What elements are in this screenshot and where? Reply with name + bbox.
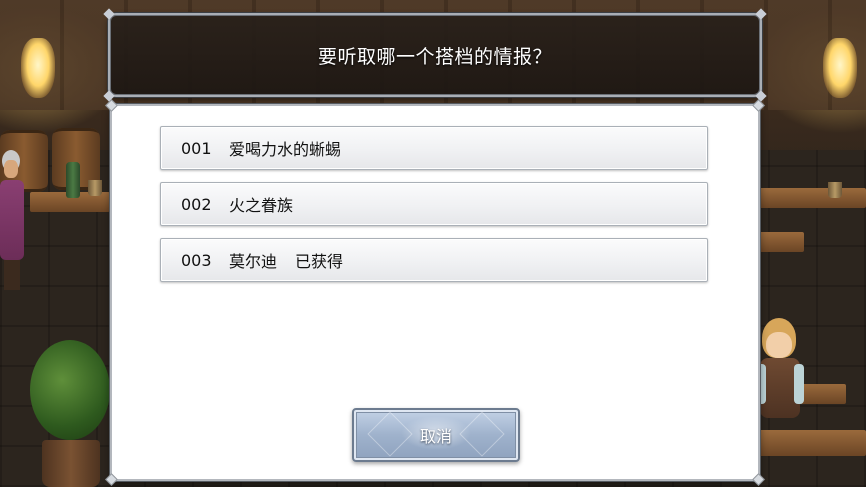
cancel-button-label: 取消 [419, 427, 452, 446]
partner-list-panel: 001 爱喝力水的蜥蜴 002 火之眷族 003 莫尔迪 已获得 取消 [105, 99, 765, 486]
cup [828, 182, 842, 198]
wall-lamp-right [823, 38, 857, 98]
tavern-table [756, 188, 866, 208]
tavern-bench [756, 232, 804, 252]
dialog-title-bar: 要听取哪一个搭档的情报？ [103, 8, 767, 102]
partner-item-003[interactable]: 003 莫尔迪 已获得 [160, 238, 708, 282]
partner-number: 001 [181, 138, 212, 158]
partner-list: 001 爱喝力水的蜥蜴 002 火之眷族 003 莫尔迪 已获得 [160, 126, 708, 294]
partner-number: 002 [181, 194, 212, 214]
cancel-button[interactable]: 取消 [352, 408, 520, 462]
partner-name: 爱喝力水的蜥蜴 [229, 140, 342, 159]
npc-girl [756, 318, 806, 428]
dialog-title: 要听取哪一个搭档的情报？ [317, 45, 552, 68]
partner-name: 火之眷族 [229, 196, 294, 215]
partner-name: 莫尔迪 [229, 252, 278, 271]
bottle [66, 162, 80, 198]
partner-item-001[interactable]: 001 爱喝力水的蜥蜴 [160, 126, 708, 170]
partner-item-002[interactable]: 002 火之眷族 [160, 182, 708, 226]
tavern-bench [756, 430, 866, 456]
cup [88, 180, 102, 196]
wall-lamp-left [21, 38, 55, 98]
npc-old-man [0, 150, 24, 290]
plant-pot [42, 440, 100, 487]
partner-number: 003 [181, 250, 212, 270]
partner-status: 已获得 [295, 252, 344, 271]
potted-plant [30, 340, 110, 440]
